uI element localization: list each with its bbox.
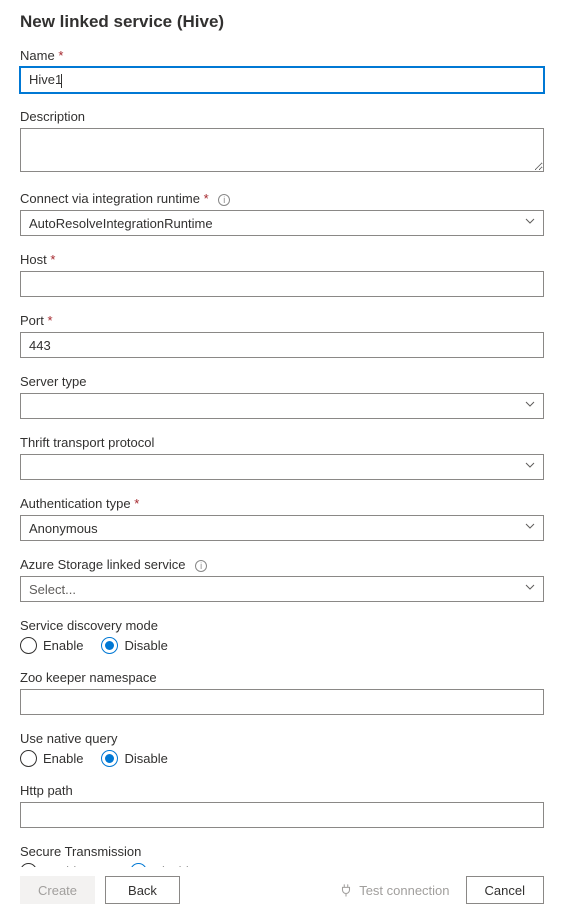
chevron-down-icon <box>525 218 535 228</box>
field-port: Port * <box>20 313 544 358</box>
auth-type-select[interactable]: Anonymous <box>20 515 544 541</box>
native-query-disable-radio[interactable]: Disable <box>101 750 167 767</box>
storage-select[interactable]: Select... <box>20 576 544 602</box>
server-type-label: Server type <box>20 374 544 389</box>
zookeeper-input[interactable] <box>20 689 544 715</box>
chevron-down-icon <box>525 523 535 533</box>
field-zookeeper: Zoo keeper namespace <box>20 670 544 715</box>
thrift-label: Thrift transport protocol <box>20 435 544 450</box>
back-button[interactable]: Back <box>105 876 180 904</box>
http-path-input[interactable] <box>20 802 544 828</box>
description-textarea[interactable] <box>20 128 544 172</box>
port-label: Port * <box>20 313 544 328</box>
storage-label: Azure Storage linked service i <box>20 557 544 572</box>
field-host: Host * <box>20 252 544 297</box>
field-server-type: Server type <box>20 374 544 419</box>
create-button: Create <box>20 876 95 904</box>
radio-icon <box>101 637 118 654</box>
chevron-down-icon <box>525 584 535 594</box>
description-label: Description <box>20 109 544 124</box>
host-input[interactable] <box>20 271 544 297</box>
native-query-enable-radio[interactable]: Enable <box>20 750 83 767</box>
port-input[interactable] <box>20 332 544 358</box>
http-path-label: Http path <box>20 783 544 798</box>
discovery-label: Service discovery mode <box>20 618 544 633</box>
footer-bar: Create Back Test connection Cancel <box>0 867 564 913</box>
field-native-query: Use native query Enable Disable <box>20 731 544 767</box>
required-asterisk: * <box>58 48 63 63</box>
field-description: Description <box>20 109 544 175</box>
plug-icon <box>339 883 353 897</box>
required-asterisk: * <box>204 191 209 206</box>
host-label: Host * <box>20 252 544 267</box>
radio-icon <box>20 750 37 767</box>
info-icon[interactable]: i <box>218 194 230 206</box>
zookeeper-label: Zoo keeper namespace <box>20 670 544 685</box>
name-input[interactable]: Hive1 <box>20 67 544 93</box>
info-icon[interactable]: i <box>195 560 207 572</box>
radio-icon <box>101 750 118 767</box>
page-title: New linked service (Hive) <box>20 12 544 32</box>
discovery-enable-radio[interactable]: Enable <box>20 637 83 654</box>
secure-label: Secure Transmission <box>20 844 544 859</box>
chevron-down-icon <box>525 462 535 472</box>
cancel-button[interactable]: Cancel <box>466 876 544 904</box>
field-name: Name * Hive1 <box>20 48 544 93</box>
field-discovery: Service discovery mode Enable Disable <box>20 618 544 654</box>
test-connection-button: Test connection <box>339 883 449 898</box>
field-storage: Azure Storage linked service i Select... <box>20 557 544 602</box>
chevron-down-icon <box>525 401 535 411</box>
native-query-radio-group: Enable Disable <box>20 750 544 767</box>
required-asterisk: * <box>50 252 55 267</box>
text-caret <box>61 74 62 88</box>
required-asterisk: * <box>47 313 52 328</box>
field-http-path: Http path <box>20 783 544 828</box>
thrift-select[interactable] <box>20 454 544 480</box>
radio-icon <box>20 637 37 654</box>
field-thrift: Thrift transport protocol <box>20 435 544 480</box>
native-query-label: Use native query <box>20 731 544 746</box>
name-label: Name * <box>20 48 544 63</box>
runtime-select[interactable]: AutoResolveIntegrationRuntime <box>20 210 544 236</box>
field-auth-type: Authentication type * Anonymous <box>20 496 544 541</box>
auth-type-label: Authentication type * <box>20 496 544 511</box>
required-asterisk: * <box>134 496 139 511</box>
discovery-disable-radio[interactable]: Disable <box>101 637 167 654</box>
discovery-radio-group: Enable Disable <box>20 637 544 654</box>
runtime-label: Connect via integration runtime * i <box>20 191 544 206</box>
form-scroll-area[interactable]: New linked service (Hive) Name * Hive1 D… <box>0 0 564 870</box>
server-type-select[interactable] <box>20 393 544 419</box>
field-runtime: Connect via integration runtime * i Auto… <box>20 191 544 236</box>
